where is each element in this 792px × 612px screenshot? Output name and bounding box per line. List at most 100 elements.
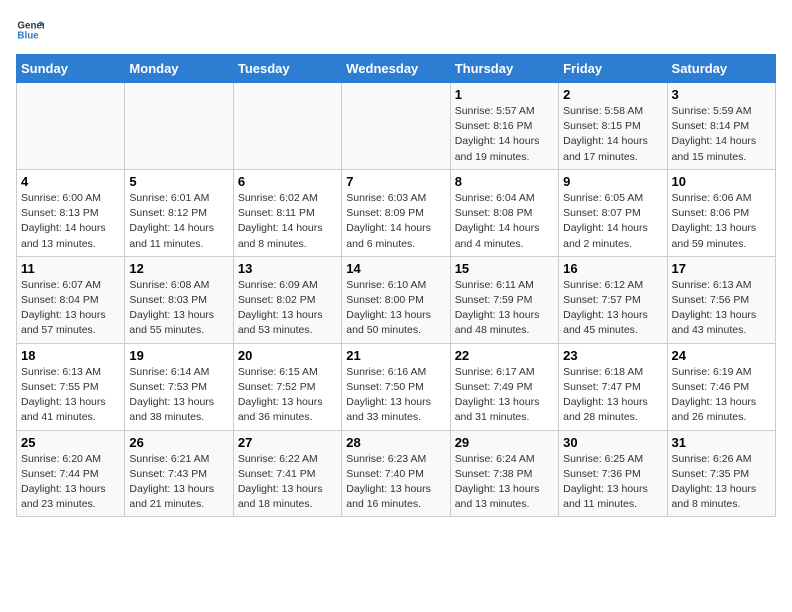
day-info: Sunrise: 6:17 AM Sunset: 7:49 PM Dayligh… — [455, 365, 554, 426]
calendar-cell: 4 Sunrise: 6:00 AM Sunset: 8:13 PM Daylig… — [17, 169, 125, 256]
day-info: Sunrise: 6:05 AM Sunset: 8:07 PM Dayligh… — [563, 191, 662, 252]
col-header-sunday: Sunday — [17, 55, 125, 83]
day-info: Sunrise: 6:07 AM Sunset: 8:04 PM Dayligh… — [21, 278, 120, 339]
calendar-week-row: 25 Sunrise: 6:20 AM Sunset: 7:44 PM Dayli… — [17, 430, 776, 517]
day-info: Sunrise: 5:57 AM Sunset: 8:16 PM Dayligh… — [455, 104, 554, 165]
day-info: Sunrise: 6:13 AM Sunset: 7:56 PM Dayligh… — [672, 278, 771, 339]
calendar-cell: 6 Sunrise: 6:02 AM Sunset: 8:11 PM Daylig… — [233, 169, 341, 256]
day-number: 21 — [346, 348, 445, 363]
calendar-cell: 25 Sunrise: 6:20 AM Sunset: 7:44 PM Dayli… — [17, 430, 125, 517]
calendar-cell: 11 Sunrise: 6:07 AM Sunset: 8:04 PM Dayli… — [17, 256, 125, 343]
day-number: 10 — [672, 174, 771, 189]
calendar-cell: 27 Sunrise: 6:22 AM Sunset: 7:41 PM Dayli… — [233, 430, 341, 517]
calendar-cell: 17 Sunrise: 6:13 AM Sunset: 7:56 PM Dayli… — [667, 256, 775, 343]
day-number: 3 — [672, 87, 771, 102]
logo-icon: General Blue — [16, 16, 44, 44]
col-header-friday: Friday — [559, 55, 667, 83]
day-info: Sunrise: 6:11 AM Sunset: 7:59 PM Dayligh… — [455, 278, 554, 339]
day-number: 7 — [346, 174, 445, 189]
day-number: 25 — [21, 435, 120, 450]
day-number: 26 — [129, 435, 228, 450]
day-info: Sunrise: 6:03 AM Sunset: 8:09 PM Dayligh… — [346, 191, 445, 252]
day-number: 4 — [21, 174, 120, 189]
calendar-cell: 10 Sunrise: 6:06 AM Sunset: 8:06 PM Dayli… — [667, 169, 775, 256]
calendar-cell: 7 Sunrise: 6:03 AM Sunset: 8:09 PM Daylig… — [342, 169, 450, 256]
day-info: Sunrise: 6:09 AM Sunset: 8:02 PM Dayligh… — [238, 278, 337, 339]
col-header-saturday: Saturday — [667, 55, 775, 83]
day-number: 9 — [563, 174, 662, 189]
calendar-week-row: 1 Sunrise: 5:57 AM Sunset: 8:16 PM Daylig… — [17, 83, 776, 170]
calendar-cell: 19Sunrise: 6:14 AM Sunset: 7:53 PM Dayli… — [125, 343, 233, 430]
day-info: Sunrise: 6:15 AM Sunset: 7:52 PM Dayligh… — [238, 365, 337, 426]
day-number: 12 — [129, 261, 228, 276]
day-info: Sunrise: 6:06 AM Sunset: 8:06 PM Dayligh… — [672, 191, 771, 252]
calendar-cell — [17, 83, 125, 170]
day-info: Sunrise: 6:23 AM Sunset: 7:40 PM Dayligh… — [346, 452, 445, 513]
calendar-cell: 5Sunrise: 6:01 AM Sunset: 8:12 PM Daylig… — [125, 169, 233, 256]
day-info: Sunrise: 6:00 AM Sunset: 8:13 PM Dayligh… — [21, 191, 120, 252]
logo: General Blue — [16, 16, 44, 44]
day-number: 2 — [563, 87, 662, 102]
day-number: 17 — [672, 261, 771, 276]
col-header-wednesday: Wednesday — [342, 55, 450, 83]
day-info: Sunrise: 6:18 AM Sunset: 7:47 PM Dayligh… — [563, 365, 662, 426]
calendar-table: SundayMondayTuesdayWednesdayThursdayFrid… — [16, 54, 776, 517]
calendar-week-row: 11 Sunrise: 6:07 AM Sunset: 8:04 PM Dayli… — [17, 256, 776, 343]
col-header-tuesday: Tuesday — [233, 55, 341, 83]
calendar-cell: 20Sunrise: 6:15 AM Sunset: 7:52 PM Dayli… — [233, 343, 341, 430]
calendar-cell: 14Sunrise: 6:10 AM Sunset: 8:00 PM Dayli… — [342, 256, 450, 343]
day-info: Sunrise: 6:22 AM Sunset: 7:41 PM Dayligh… — [238, 452, 337, 513]
day-number: 23 — [563, 348, 662, 363]
calendar-cell: 30 Sunrise: 6:25 AM Sunset: 7:36 PM Dayli… — [559, 430, 667, 517]
day-number: 28 — [346, 435, 445, 450]
day-info: Sunrise: 6:02 AM Sunset: 8:11 PM Dayligh… — [238, 191, 337, 252]
day-info: Sunrise: 5:58 AM Sunset: 8:15 PM Dayligh… — [563, 104, 662, 165]
calendar-week-row: 4 Sunrise: 6:00 AM Sunset: 8:13 PM Daylig… — [17, 169, 776, 256]
day-number: 6 — [238, 174, 337, 189]
calendar-cell: 22Sunrise: 6:17 AM Sunset: 7:49 PM Dayli… — [450, 343, 558, 430]
calendar-cell: 13 Sunrise: 6:09 AM Sunset: 8:02 PM Dayli… — [233, 256, 341, 343]
calendar-cell: 21 Sunrise: 6:16 AM Sunset: 7:50 PM Dayli… — [342, 343, 450, 430]
calendar-cell: 15 Sunrise: 6:11 AM Sunset: 7:59 PM Dayli… — [450, 256, 558, 343]
calendar-cell: 9 Sunrise: 6:05 AM Sunset: 8:07 PM Daylig… — [559, 169, 667, 256]
calendar-cell: 1 Sunrise: 5:57 AM Sunset: 8:16 PM Daylig… — [450, 83, 558, 170]
day-number: 30 — [563, 435, 662, 450]
day-number: 19 — [129, 348, 228, 363]
day-info: Sunrise: 6:01 AM Sunset: 8:12 PM Dayligh… — [129, 191, 228, 252]
day-number: 1 — [455, 87, 554, 102]
day-info: Sunrise: 6:12 AM Sunset: 7:57 PM Dayligh… — [563, 278, 662, 339]
calendar-cell: 31 Sunrise: 6:26 AM Sunset: 7:35 PM Dayli… — [667, 430, 775, 517]
day-info: Sunrise: 6:08 AM Sunset: 8:03 PM Dayligh… — [129, 278, 228, 339]
day-number: 8 — [455, 174, 554, 189]
day-info: Sunrise: 5:59 AM Sunset: 8:14 PM Dayligh… — [672, 104, 771, 165]
day-number: 11 — [21, 261, 120, 276]
calendar-cell: 8Sunrise: 6:04 AM Sunset: 8:08 PM Daylig… — [450, 169, 558, 256]
day-info: Sunrise: 6:19 AM Sunset: 7:46 PM Dayligh… — [672, 365, 771, 426]
calendar-cell: 28 Sunrise: 6:23 AM Sunset: 7:40 PM Dayli… — [342, 430, 450, 517]
calendar-cell: 24 Sunrise: 6:19 AM Sunset: 7:46 PM Dayli… — [667, 343, 775, 430]
day-number: 31 — [672, 435, 771, 450]
day-number: 15 — [455, 261, 554, 276]
day-number: 27 — [238, 435, 337, 450]
day-info: Sunrise: 6:25 AM Sunset: 7:36 PM Dayligh… — [563, 452, 662, 513]
col-header-thursday: Thursday — [450, 55, 558, 83]
day-info: Sunrise: 6:26 AM Sunset: 7:35 PM Dayligh… — [672, 452, 771, 513]
day-info: Sunrise: 6:21 AM Sunset: 7:43 PM Dayligh… — [129, 452, 228, 513]
day-number: 29 — [455, 435, 554, 450]
col-header-monday: Monday — [125, 55, 233, 83]
calendar-cell: 29Sunrise: 6:24 AM Sunset: 7:38 PM Dayli… — [450, 430, 558, 517]
page-header: General Blue — [16, 16, 776, 44]
calendar-cell: 18Sunrise: 6:13 AM Sunset: 7:55 PM Dayli… — [17, 343, 125, 430]
day-number: 13 — [238, 261, 337, 276]
calendar-header-row: SundayMondayTuesdayWednesdayThursdayFrid… — [17, 55, 776, 83]
calendar-cell: 2 Sunrise: 5:58 AM Sunset: 8:15 PM Daylig… — [559, 83, 667, 170]
calendar-cell: 12 Sunrise: 6:08 AM Sunset: 8:03 PM Dayli… — [125, 256, 233, 343]
day-info: Sunrise: 6:16 AM Sunset: 7:50 PM Dayligh… — [346, 365, 445, 426]
calendar-cell: 23 Sunrise: 6:18 AM Sunset: 7:47 PM Dayli… — [559, 343, 667, 430]
day-info: Sunrise: 6:20 AM Sunset: 7:44 PM Dayligh… — [21, 452, 120, 513]
calendar-cell — [233, 83, 341, 170]
calendar-week-row: 18Sunrise: 6:13 AM Sunset: 7:55 PM Dayli… — [17, 343, 776, 430]
day-number: 18 — [21, 348, 120, 363]
day-number: 24 — [672, 348, 771, 363]
calendar-cell: 26 Sunrise: 6:21 AM Sunset: 7:43 PM Dayli… — [125, 430, 233, 517]
